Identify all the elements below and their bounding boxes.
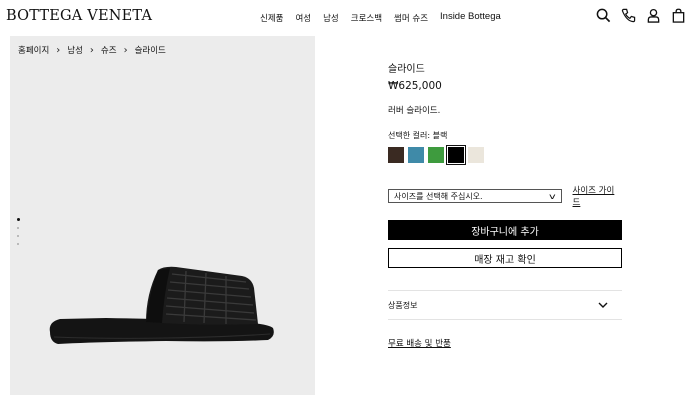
breadcrumb-chevron-icon: › — [89, 44, 94, 56]
breadcrumb-men[interactable]: 남성 — [67, 44, 83, 56]
account-icon[interactable] — [646, 8, 661, 23]
breadcrumb-home[interactable]: 홈페이지 — [18, 44, 49, 56]
product-price: ₩625,000 — [388, 80, 442, 92]
gallery-dot[interactable] — [16, 218, 20, 221]
color-swatch[interactable] — [446, 145, 466, 165]
color-swatch[interactable] — [428, 147, 444, 163]
nav-item-men[interactable]: 남성 — [323, 12, 339, 24]
nav-item-new[interactable]: 신제품 — [260, 12, 283, 24]
brand-logo[interactable]: BOTTEGA VENETA — [6, 8, 152, 24]
main-nav: 신제품 여성 남성 크로스백 썸머 슈즈 Inside Bottega — [260, 11, 501, 24]
size-select-placeholder: 사이즈를 선택해 주십시오. — [394, 191, 483, 201]
selected-color-label: 선택한 컬러: 블랙 — [388, 131, 448, 140]
product-info-accordion[interactable]: 상품정보 — [388, 290, 622, 320]
slide-sandal-image — [49, 266, 274, 344]
breadcrumb-chevron-icon: › — [123, 44, 128, 56]
product-info-label: 상품정보 — [388, 300, 418, 310]
gallery-dot[interactable] — [17, 235, 19, 237]
gallery-pagination — [16, 218, 20, 245]
site-header: BOTTEGA VENETA 신제품 여성 남성 크로스백 썸머 슈즈 Insi… — [0, 0, 700, 36]
chevron-down-icon — [598, 302, 608, 308]
bag-icon[interactable] — [671, 8, 686, 23]
chevron-down-icon: v — [548, 191, 556, 201]
gallery-dot[interactable] — [17, 243, 19, 245]
nav-item-crossbody[interactable]: 크로스백 — [351, 12, 382, 24]
breadcrumb-chevron-icon: › — [56, 44, 61, 56]
size-row: 사이즈를 선택해 주십시오. v 사이즈 가이드 — [388, 184, 622, 208]
check-store-stock-button[interactable]: 매장 재고 확인 — [388, 248, 622, 268]
color-swatch[interactable] — [468, 147, 484, 163]
gallery-dot[interactable] — [17, 227, 19, 229]
color-swatches — [388, 145, 622, 165]
nav-item-women[interactable]: 여성 — [295, 12, 311, 24]
nav-item-summer-shoes[interactable]: 썸머 슈즈 — [394, 12, 428, 24]
size-select[interactable]: 사이즈를 선택해 주십시오. v — [388, 189, 562, 203]
nav-item-inside-bottega[interactable]: Inside Bottega — [440, 11, 501, 24]
color-swatch[interactable] — [388, 147, 404, 163]
header-icons — [596, 8, 686, 23]
product-description: 러버 슬라이드. — [388, 106, 441, 116]
shipping-returns-link[interactable]: 무료 배송 및 반품 — [388, 337, 451, 349]
product-title: 슬라이드 — [388, 64, 425, 75]
search-icon[interactable] — [596, 8, 611, 23]
breadcrumb-slides: 슬라이드 — [134, 46, 166, 56]
breadcrumb-shoes[interactable]: 슈즈 — [101, 44, 117, 56]
product-image-gallery[interactable]: 홈페이지 › 남성 › 슈즈 › 슬라이드 — [10, 36, 315, 395]
product-info-panel: 슬라이드 ₩625,000 러버 슬라이드. 선택한 컬러: 블랙 사이즈를 선… — [388, 60, 622, 350]
color-swatch[interactable] — [408, 147, 424, 163]
breadcrumb: 홈페이지 › 남성 › 슈즈 › 슬라이드 — [18, 44, 166, 57]
phone-icon[interactable] — [621, 8, 636, 23]
add-to-cart-button[interactable]: 장바구니에 추가 — [388, 220, 622, 240]
size-guide-link[interactable]: 사이즈 가이드 — [573, 184, 622, 208]
